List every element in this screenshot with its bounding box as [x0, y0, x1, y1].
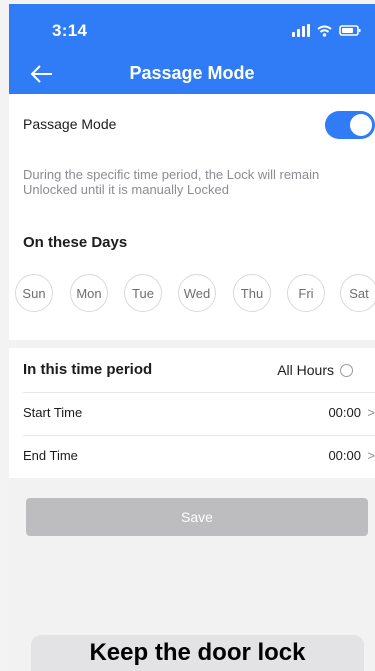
end-time-row[interactable]: End Time 00:00 >	[9, 435, 375, 478]
all-hours-label: All Hours	[277, 362, 334, 378]
passage-mode-description: During the specific time period, the Loc…	[23, 167, 320, 197]
start-time-label: Start Time	[23, 405, 83, 420]
start-time-row[interactable]: Start Time 00:00 >	[9, 392, 375, 435]
caption-text: Keep the door lock	[89, 639, 306, 666]
all-hours-option[interactable]: All Hours	[277, 362, 353, 378]
status-icons	[292, 24, 361, 37]
toggle-knob	[350, 114, 372, 136]
day-wed[interactable]: Wed	[178, 274, 216, 312]
header-bar: 3:14 Passage Mode	[9, 4, 375, 94]
passage-mode-card: Passage Mode During the specific time pe…	[9, 94, 375, 340]
chevron-right-icon: >	[367, 448, 375, 463]
save-button[interactable]: Save	[26, 498, 368, 536]
passage-mode-row: Passage Mode	[9, 94, 375, 156]
page-title: Passage Mode	[129, 63, 255, 83]
all-hours-radio[interactable]	[340, 363, 353, 377]
start-time-value: 00:00	[328, 405, 361, 420]
time-period-card: In this time period All Hours Start Time…	[9, 348, 375, 478]
day-mon[interactable]: Mon	[70, 274, 108, 312]
passage-mode-toggle[interactable]	[325, 111, 375, 139]
passage-mode-label: Passage Mode	[23, 116, 117, 132]
days-section-title: On these Days	[23, 234, 128, 251]
day-fri[interactable]: Fri	[287, 274, 325, 312]
day-tue[interactable]: Tue	[124, 274, 162, 312]
day-sun[interactable]: Sun	[15, 274, 53, 312]
end-time-label: End Time	[23, 448, 78, 463]
status-time: 3:14	[52, 21, 88, 40]
day-sat[interactable]: Sat	[340, 274, 375, 312]
wifi-icon	[317, 25, 332, 37]
time-period-title: In this time period	[23, 361, 153, 378]
chevron-right-icon: >	[367, 405, 375, 420]
end-time-value: 00:00	[328, 448, 361, 463]
battery-icon	[339, 25, 361, 36]
signal-icon	[292, 24, 310, 37]
caption-banner: Keep the door lock	[31, 635, 364, 671]
phone-screen: 3:14 Passage Mode Passage Mode During th…	[9, 4, 375, 671]
day-thu[interactable]: Thu	[233, 274, 271, 312]
